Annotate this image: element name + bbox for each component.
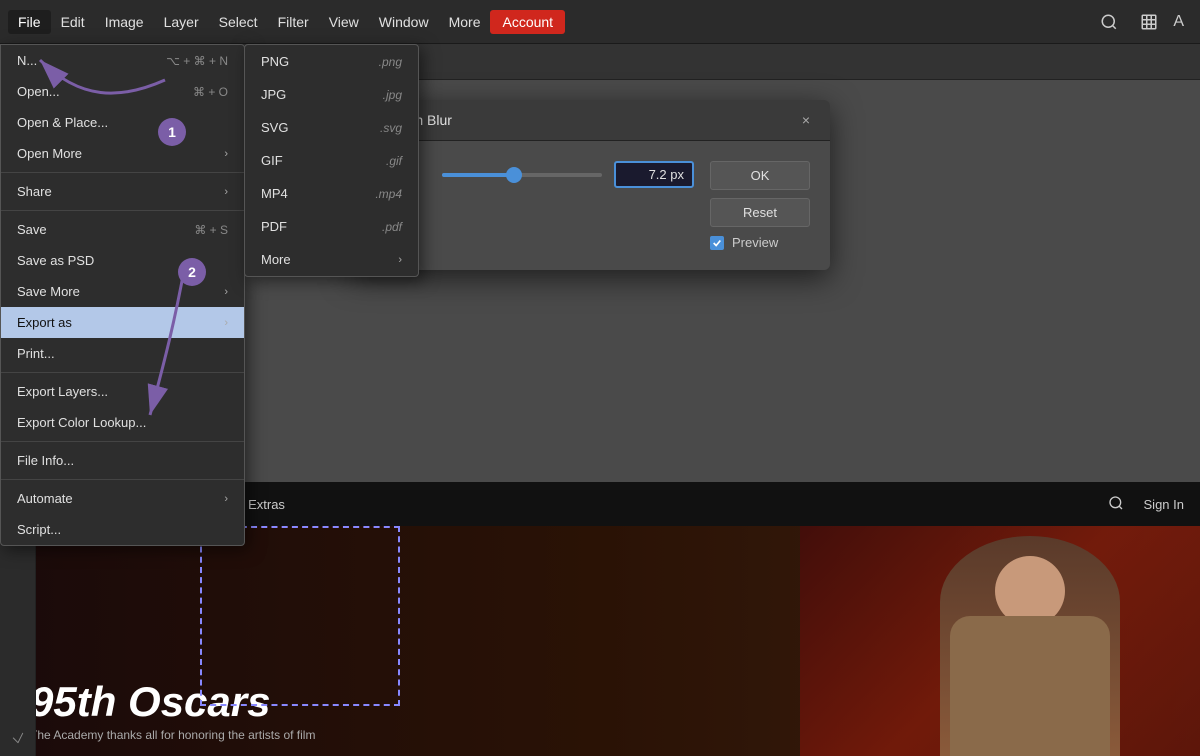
menu-item-export-layers[interactable]: Export Layers...: [1, 376, 244, 407]
search-icon-btn[interactable]: [1093, 6, 1125, 38]
menu-item-print[interactable]: Print...: [1, 338, 244, 369]
oscar-subtitle: The Academy thanks all for honoring the …: [30, 728, 315, 742]
menu-item-export-color[interactable]: Export Color Lookup...: [1, 407, 244, 438]
export-gif[interactable]: GIF .gif: [245, 144, 418, 177]
website-search-btn[interactable]: [1108, 495, 1124, 514]
menu-item-export-as[interactable]: Export as ›: [1, 307, 244, 338]
search-icon: [1100, 13, 1118, 31]
menu-account[interactable]: Account: [490, 10, 565, 34]
blur-dialog-close-btn[interactable]: ×: [796, 110, 816, 130]
person-image: [940, 536, 1120, 756]
blur-preview-row: Preview: [710, 235, 810, 250]
blur-radius-input[interactable]: [614, 161, 694, 188]
menu-item-save-more[interactable]: Save More ›: [1, 276, 244, 307]
frame-icon-btn[interactable]: [1133, 6, 1165, 38]
separator-4: [1, 441, 244, 442]
preview-checkbox[interactable]: [710, 236, 724, 250]
menu-item-automate[interactable]: Automate ›: [1, 483, 244, 514]
menu-item-script[interactable]: Script...: [1, 514, 244, 545]
menu-item-file-info[interactable]: File Info...: [1, 445, 244, 476]
menubar-letter: A: [1173, 13, 1184, 31]
oscar-title: 95th Oscars: [30, 678, 270, 726]
separator-3: [1, 372, 244, 373]
frame-icon: [1140, 13, 1158, 31]
separator-5: [1, 479, 244, 480]
menubar: File Edit Image Layer Select Filter View…: [0, 0, 1200, 44]
export-mp4[interactable]: MP4 .mp4: [245, 177, 418, 210]
website-signin-btn[interactable]: Sign In: [1144, 497, 1184, 512]
menu-more[interactable]: More: [439, 10, 491, 34]
export-jpg[interactable]: JPG .jpg: [245, 78, 418, 111]
preview-label: Preview: [732, 235, 778, 250]
file-menu-dropdown: N... ⌥ + ⌘ + N Open... ⌘ + O Open & Plac…: [0, 44, 245, 546]
menu-image[interactable]: Image: [95, 10, 154, 34]
bottom-tool-indicator: [8, 728, 28, 748]
website-nav-extras[interactable]: Extras: [248, 497, 285, 512]
menu-file[interactable]: File: [8, 10, 51, 34]
export-submenu: PNG .png JPG .jpg SVG .svg GIF .gif MP4 …: [244, 44, 419, 277]
menubar-icons: A: [1093, 6, 1192, 38]
blur-ok-button[interactable]: OK: [710, 161, 810, 190]
menu-edit[interactable]: Edit: [51, 10, 95, 34]
menu-select[interactable]: Select: [209, 10, 268, 34]
menu-item-open[interactable]: Open... ⌘ + O: [1, 76, 244, 107]
menu-view[interactable]: View: [319, 10, 369, 34]
step-badge-2: 2: [178, 258, 206, 286]
website-content: 95th Oscars The Academy thanks all for h…: [0, 526, 1200, 756]
blur-dialog: Gaussian Blur × Radius: OK: [350, 100, 830, 270]
export-pdf[interactable]: PDF .pdf: [245, 210, 418, 243]
menu-window[interactable]: Window: [369, 10, 439, 34]
blur-reset-button[interactable]: Reset: [710, 198, 810, 227]
blur-dialog-titlebar: Gaussian Blur ×: [350, 100, 830, 141]
menu-filter[interactable]: Filter: [268, 10, 319, 34]
blur-slider-track: [442, 173, 602, 177]
menu-item-open-more[interactable]: Open More ›: [1, 138, 244, 169]
blur-slider-fill: [442, 173, 514, 177]
menu-item-share[interactable]: Share ›: [1, 176, 244, 207]
menu-item-save[interactable]: Save ⌘ + S: [1, 214, 244, 245]
export-more[interactable]: More ›: [245, 243, 418, 276]
blur-slider-thumb[interactable]: [506, 167, 522, 183]
blur-slider[interactable]: [442, 173, 602, 177]
menu-item-new[interactable]: N... ⌥ + ⌘ + N: [1, 45, 244, 76]
blur-dialog-body: Radius: OK Reset: [350, 141, 830, 270]
step-badge-1: 1: [158, 118, 186, 146]
export-svg[interactable]: SVG .svg: [245, 111, 418, 144]
menu-item-open-place[interactable]: Open & Place...: [1, 107, 244, 138]
menu-layer[interactable]: Layer: [154, 10, 209, 34]
menu-item-save-psd[interactable]: Save as PSD: [1, 245, 244, 276]
separator-2: [1, 210, 244, 211]
export-png[interactable]: PNG .png: [245, 45, 418, 78]
separator-1: [1, 172, 244, 173]
